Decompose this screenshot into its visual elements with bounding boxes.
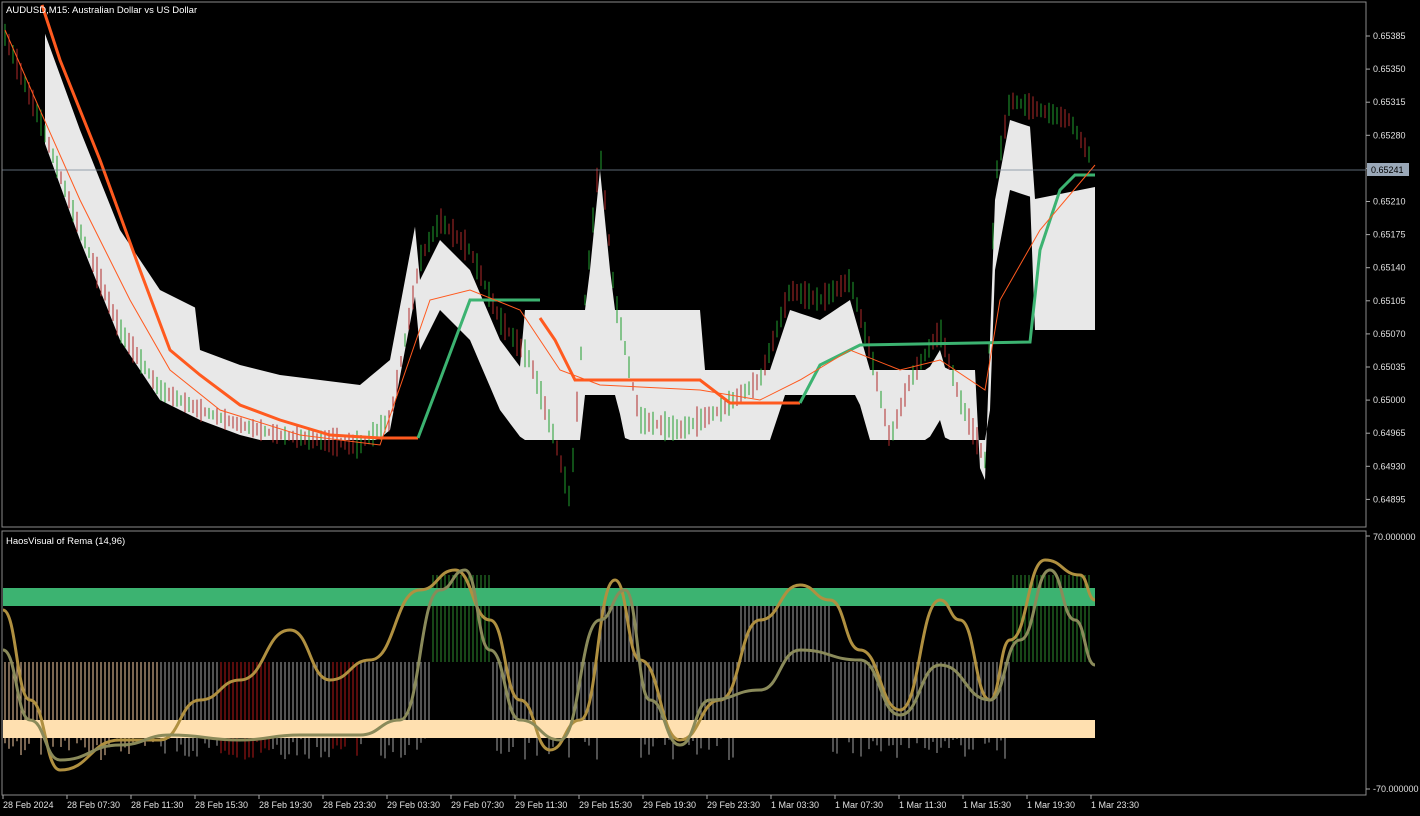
price-label: 0.65000 (1373, 395, 1406, 405)
svg-text:0.65241: 0.65241 (1371, 165, 1404, 175)
price-label: 0.65140 (1373, 263, 1406, 273)
time-label: 28 Feb 15:30 (195, 800, 248, 810)
current-price-badge: 0.65241 (1367, 163, 1409, 176)
time-label: 29 Feb 03:30 (387, 800, 440, 810)
time-label: 28 Feb 2024 (3, 800, 54, 810)
time-label: 29 Feb 15:30 (579, 800, 632, 810)
price-label: 0.64930 (1373, 461, 1406, 471)
price-axis[interactable]: 0.653850.653500.653150.652800.652450.652… (1366, 31, 1406, 504)
price-label: 0.65105 (1373, 296, 1406, 306)
time-label: 28 Feb 11:30 (131, 800, 183, 810)
price-label: 0.65210 (1373, 197, 1406, 207)
main-chart-frame (1, 1, 1367, 528)
time-label: 29 Feb 11:30 (515, 800, 567, 810)
price-label: 0.65035 (1373, 362, 1406, 372)
time-label: 1 Mar 19:30 (1027, 800, 1075, 810)
indicator-title: HaosVisual of Rema (14,96) (6, 536, 125, 547)
time-label: 29 Feb 23:30 (707, 800, 760, 810)
time-label: 28 Feb 23:30 (323, 800, 376, 810)
price-label: 0.64895 (1373, 494, 1406, 504)
price-label: 0.65385 (1373, 31, 1406, 41)
time-label: 1 Mar 07:30 (835, 800, 883, 810)
indicator-frame (1, 530, 1367, 796)
upper-level-band (3, 588, 1095, 606)
time-axis[interactable]: 28 Feb 2024 28 Feb 07:30 28 Feb 11:30 28 Fe… (2, 795, 1139, 810)
time-label: 1 Mar 23:30 (1091, 800, 1139, 810)
indicator-axis-top: 70.000000 (1373, 532, 1416, 542)
price-label: 0.65280 (1373, 130, 1406, 140)
time-label: 29 Feb 07:30 (451, 800, 504, 810)
time-label: 28 Feb 07:30 (67, 800, 120, 810)
price-label: 0.64965 (1373, 428, 1406, 438)
price-label: 0.65315 (1373, 97, 1406, 107)
time-label: 1 Mar 15:30 (963, 800, 1011, 810)
price-label: 0.65175 (1373, 230, 1406, 240)
time-label: 28 Feb 19:30 (259, 800, 312, 810)
time-label: 1 Mar 11:30 (899, 800, 946, 810)
main-chart-title: AUDUSD,M15: Australian Dollar vs US Doll… (6, 5, 197, 16)
price-label: 0.65350 (1373, 64, 1406, 74)
chart-canvas[interactable]: AUDUSD,M15: Australian Dollar vs US Doll… (0, 0, 1420, 816)
indicator-axis-bottom: -70.000000 (1373, 784, 1419, 794)
time-label: 29 Feb 19:30 (643, 800, 696, 810)
price-label: 0.65070 (1373, 329, 1406, 339)
time-label: 1 Mar 03:30 (771, 800, 819, 810)
